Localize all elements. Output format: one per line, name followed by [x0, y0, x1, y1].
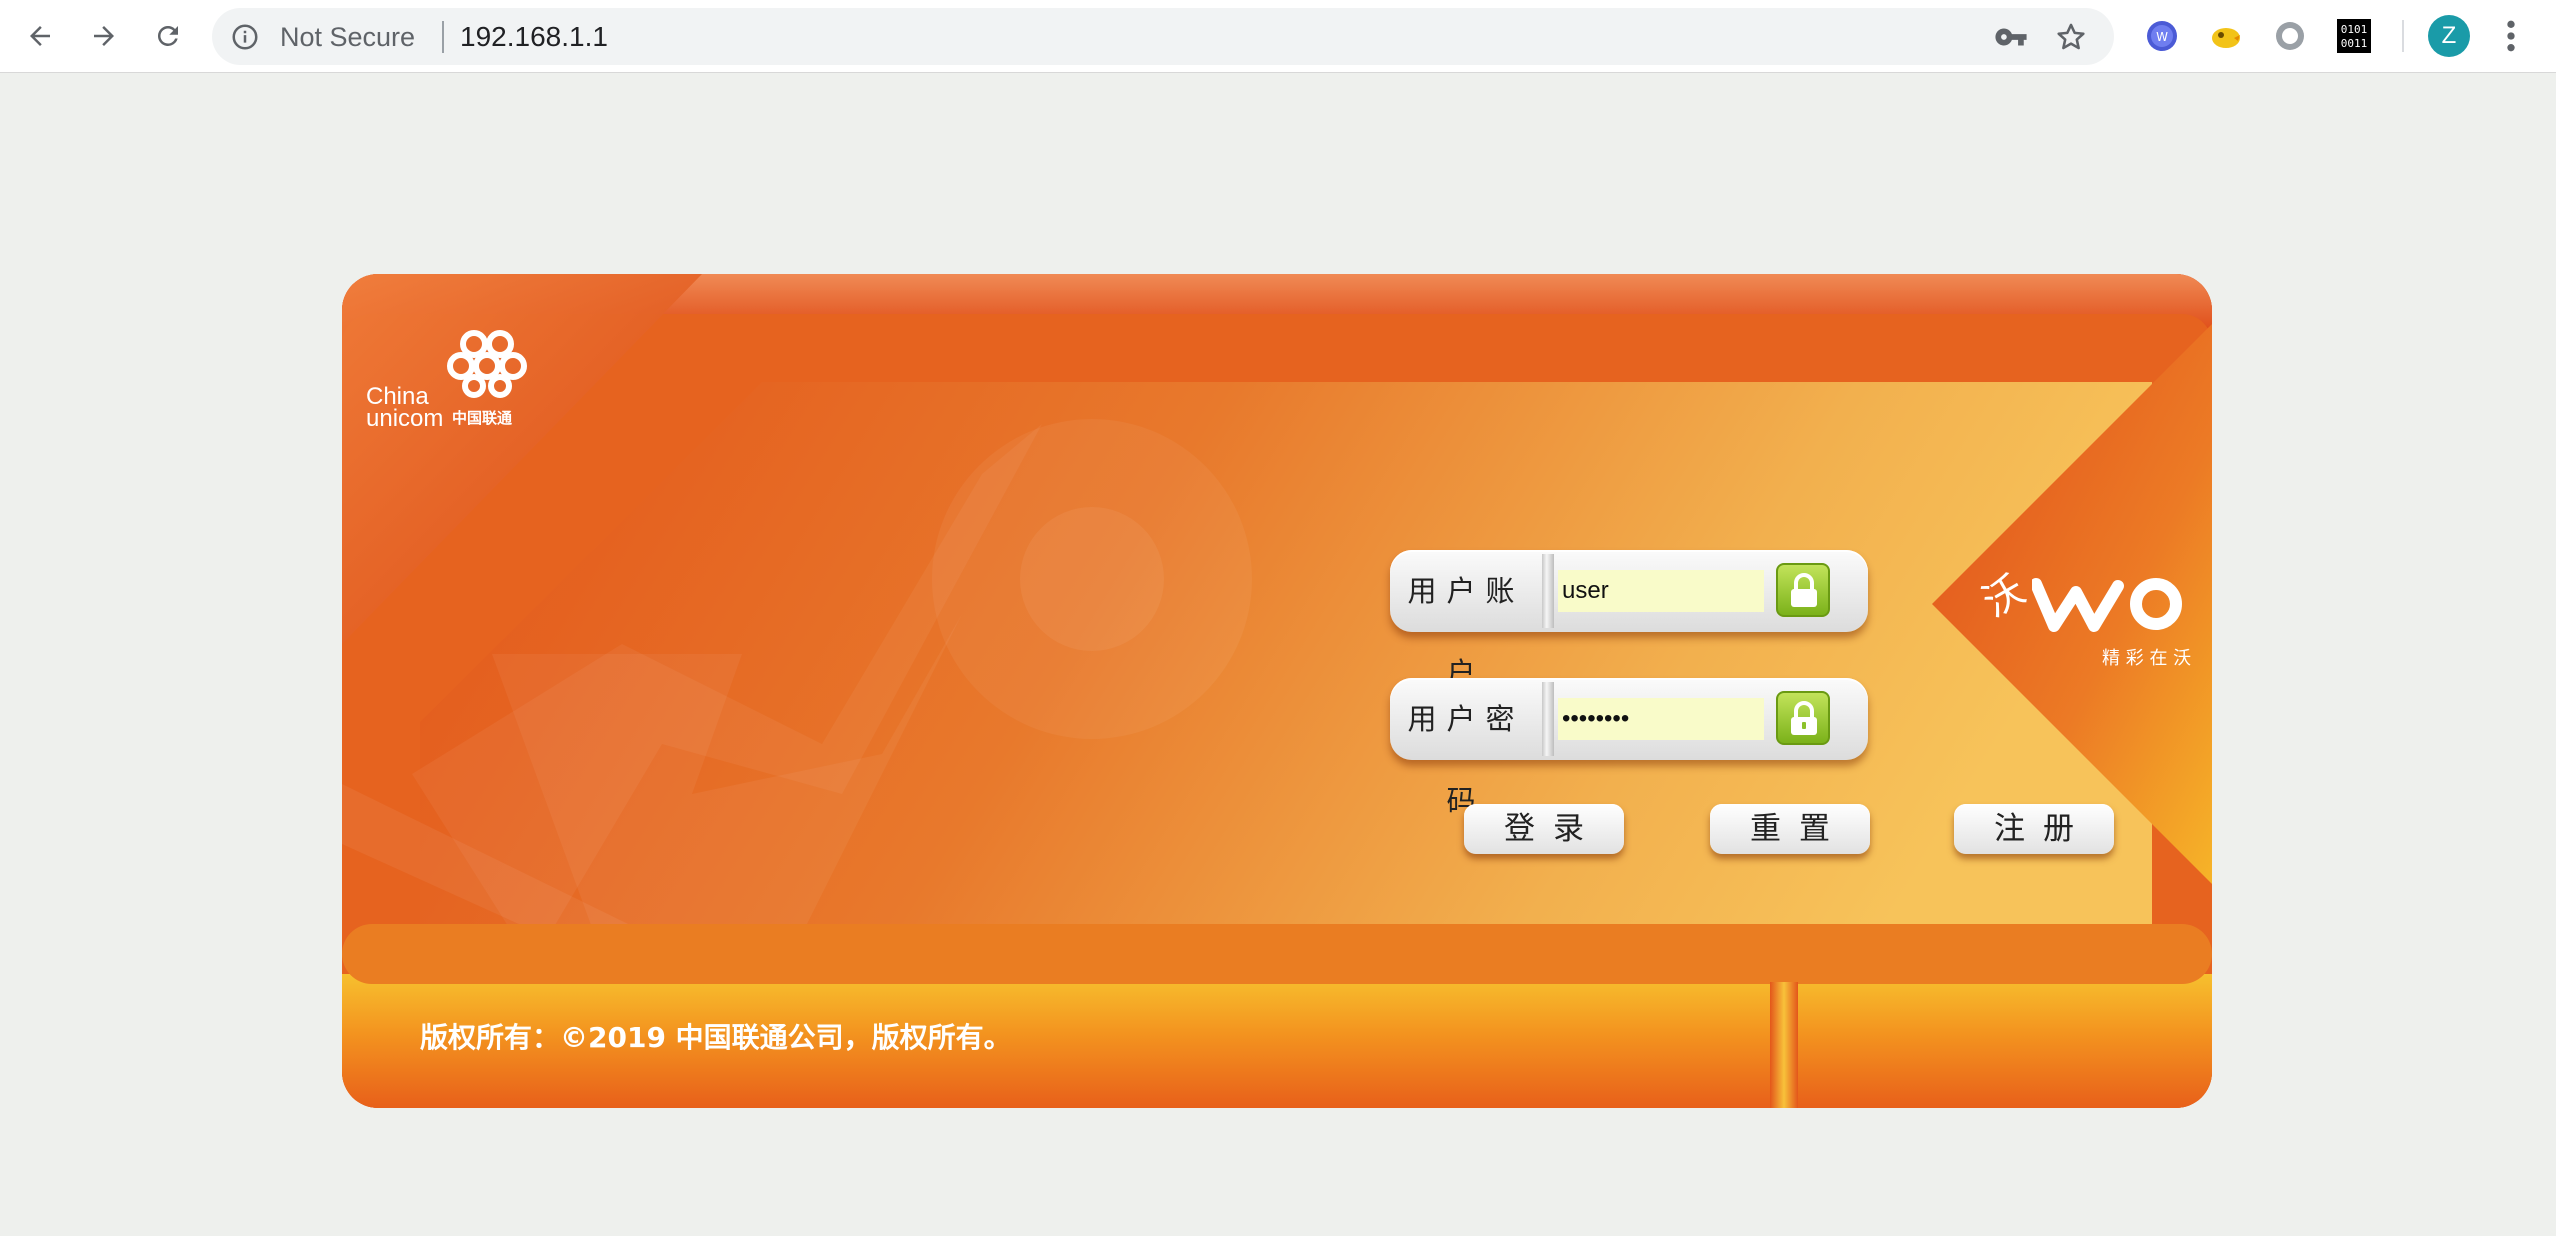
username-input[interactable] [1558, 570, 1764, 612]
reload-icon [157, 25, 178, 46]
wappalyzer-extension-icon[interactable]: W [2144, 18, 2180, 54]
copyright-text: 版权所有：©2019 中国联通公司，版权所有。 [420, 1021, 1012, 1054]
password-lock-button[interactable] [1776, 691, 1830, 745]
wo-brand-logo: 沃 精 彩 在 沃 [1975, 564, 2212, 669]
forward-button[interactable] [84, 16, 124, 56]
logo-text-chinese: 中国联通 [452, 410, 513, 427]
key-icon[interactable] [1994, 20, 2028, 54]
address-bar[interactable]: Not Secure 192.168.1.1 [212, 8, 2114, 65]
info-icon[interactable] [230, 22, 260, 52]
toolbar-separator [2402, 20, 2404, 52]
binary-extension-icon[interactable]: 0101 0011 [2336, 18, 2372, 54]
register-button[interactable]: 注册 [1954, 804, 2114, 854]
field-divider [1542, 682, 1554, 756]
panel-background [342, 274, 2212, 1108]
circle-extension-icon[interactable] [2272, 18, 2308, 54]
login-button[interactable]: 登录 [1464, 804, 1624, 854]
arrow-right-icon [94, 26, 114, 46]
chick-extension-icon[interactable] [2208, 18, 2244, 54]
unicom-knot-icon [447, 330, 527, 398]
url-text[interactable]: 192.168.1.1 [460, 22, 608, 52]
logo-text-unicom: unicom [366, 405, 444, 432]
logo-text-english: China unicom [366, 385, 444, 432]
arrow-left-icon [30, 26, 50, 46]
star-icon[interactable] [2054, 20, 2088, 54]
username-label: 用户账户 [1407, 574, 1525, 690]
lock-closed-icon [1791, 701, 1817, 735]
password-field-group: 用户密码 [1390, 678, 1868, 818]
address-separator [442, 21, 444, 53]
lock-open-icon [1791, 573, 1817, 607]
reset-button[interactable]: 重置 [1710, 804, 1870, 854]
browser-toolbar: Not Secure 192.168.1.1 W 0101 0011 Z [0, 0, 2556, 73]
password-input[interactable] [1558, 698, 1764, 740]
field-divider [1542, 554, 1554, 628]
back-button[interactable] [20, 16, 60, 56]
profile-avatar[interactable]: Z [2428, 15, 2470, 57]
china-unicom-logo: China unicom 中国联通 [366, 328, 586, 448]
svg-text:0101: 0101 [2341, 23, 2368, 36]
kebab-menu-icon[interactable] [2496, 16, 2526, 56]
reload-button[interactable] [148, 16, 188, 56]
wo-letters-icon [2032, 578, 2182, 632]
svg-text:0011: 0011 [2341, 37, 2368, 50]
svg-text:W: W [2156, 30, 2168, 44]
brand-slogan: 精 彩 在 沃 [2102, 648, 2192, 669]
security-label[interactable]: Not Secure [280, 22, 415, 52]
username-lock-button[interactable] [1776, 563, 1830, 617]
login-panel: China unicom 中国联通 沃 精 彩 在 沃 用户账户 用户密码 [342, 274, 2212, 1108]
password-label: 用户密码 [1407, 702, 1525, 818]
username-field-group: 用户账户 [1390, 550, 1868, 690]
